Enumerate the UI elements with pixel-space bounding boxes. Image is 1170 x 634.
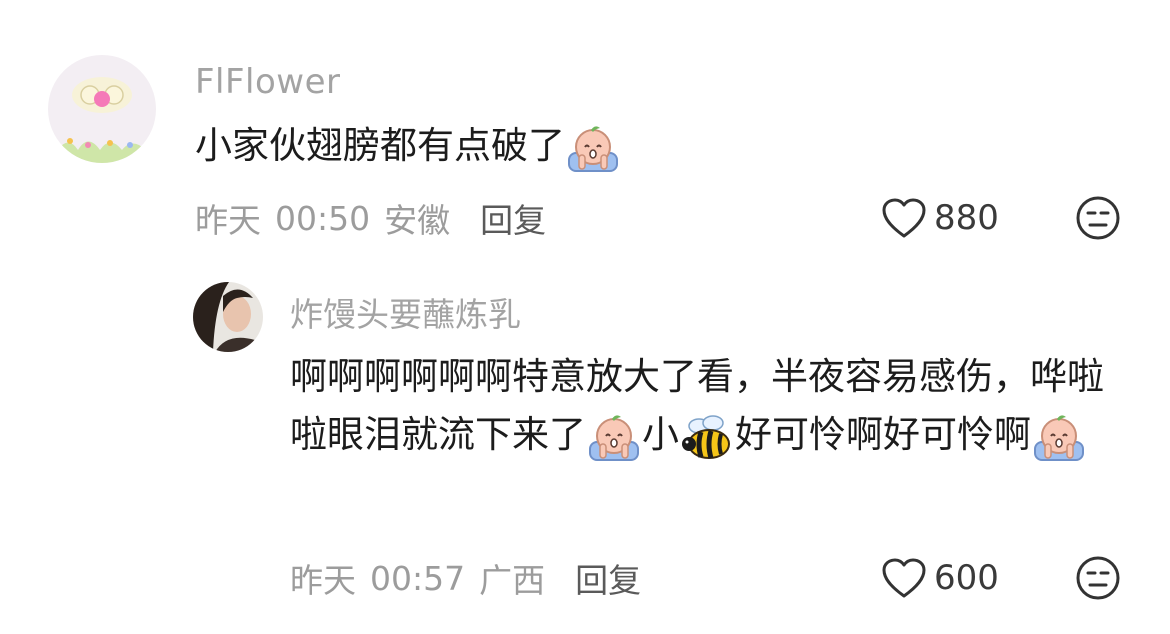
like-button[interactable]: 880 [880, 196, 999, 240]
dislike-button[interactable] [1075, 195, 1121, 241]
comment-location: 安徽 [384, 201, 451, 240]
comment-text-part: 好可怜啊好可怜啊 [735, 413, 1031, 456]
avatar[interactable] [48, 55, 156, 163]
heart-icon [882, 558, 926, 598]
comment-text-body: 小家伙翅膀都有点破了 [195, 124, 565, 167]
reply-button[interactable]: 回复 [480, 194, 546, 242]
username[interactable]: FlFlower [195, 62, 341, 102]
like-count: 880 [934, 198, 999, 238]
dislike-button[interactable] [1075, 555, 1121, 601]
comment-time: 00:57 [370, 558, 466, 598]
comment-time: 00:50 [275, 198, 371, 238]
like-button[interactable]: 600 [880, 556, 999, 600]
comment-text: 啊啊啊啊啊啊特意放大了看，半夜容易感伤，哗啦啦眼泪就流下来了 小 好可怜啊好可怜… [290, 348, 1130, 464]
comment-date: 昨天 [290, 561, 356, 600]
neutral-face-icon [1076, 196, 1120, 240]
comment-meta: 昨天 00:50 安徽 回复 [195, 194, 546, 242]
heart-icon [882, 198, 926, 238]
neutral-face-icon [1076, 556, 1120, 600]
comment-text-part: 小 [642, 413, 679, 456]
like-count: 600 [934, 558, 999, 598]
reply-button[interactable]: 回复 [575, 554, 641, 602]
crying-emoji-icon [586, 412, 642, 462]
username[interactable]: 炸馒头要蘸炼乳 [290, 288, 521, 336]
avatar[interactable] [193, 282, 263, 352]
comment-meta: 昨天 00:57 广西 回复 [290, 554, 641, 602]
bee-emoji-icon [679, 412, 735, 462]
comment-date: 昨天 [195, 201, 261, 240]
comment-text: 小家伙翅膀都有点破了 [195, 122, 1095, 173]
comment-location: 广西 [479, 561, 546, 600]
crying-emoji-icon [565, 123, 621, 173]
crying-emoji-icon [1031, 412, 1087, 462]
